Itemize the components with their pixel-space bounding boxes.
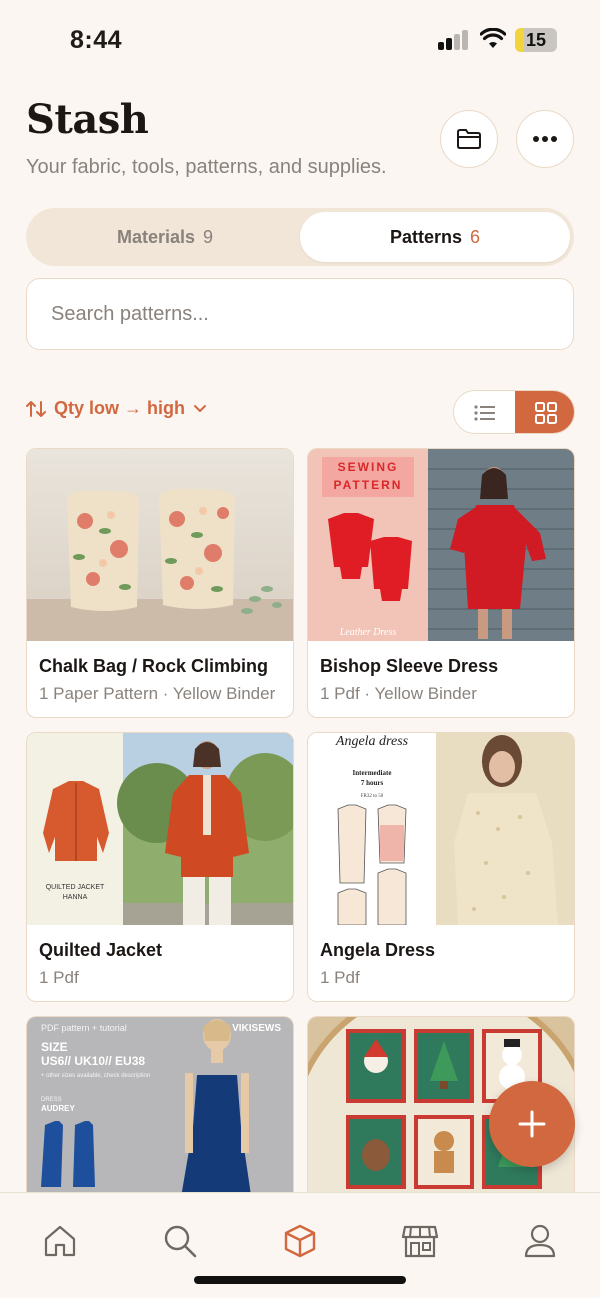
pattern-thumbnail: SEWING PATTERN Leather Dress [308, 449, 574, 641]
thumb-text-sewing: SEWING [338, 460, 399, 474]
pattern-title: Bishop Sleeve Dress [320, 656, 499, 676]
tab-shop[interactable] [400, 1221, 440, 1261]
status-time: 8:44 [70, 26, 123, 54]
search-icon [164, 1225, 197, 1258]
pattern-thumbnail: PDF pattern + tutorial VIKISEWS SIZE US6… [27, 1017, 293, 1209]
pattern-meta: 1 Pdf [39, 968, 79, 987]
status-bar: 8:44 15 [0, 0, 600, 80]
sort-dropdown[interactable]: Qty low → high [26, 398, 207, 419]
pattern-card[interactable]: Chalk Bag / Rock Climbing 1 Paper Patter… [26, 448, 294, 718]
pattern-thumbnail [27, 449, 293, 641]
tab-patterns[interactable]: Patterns 6 [300, 212, 570, 262]
thumb-text-sizes: US6// UK10// EU38 [41, 1054, 145, 1068]
chevron-down-icon [194, 404, 206, 412]
thumb-text-pattern: PATTERN [334, 478, 403, 492]
thumb-text-intermediate: Intermediate [353, 769, 392, 777]
add-pattern-button[interactable] [489, 1081, 575, 1167]
tab-materials-count: 9 [203, 226, 214, 247]
search-input[interactable] [51, 302, 549, 326]
pattern-title: Quilted Jacket [39, 940, 163, 960]
grid-view-icon [534, 402, 557, 424]
view-toggle [453, 390, 575, 434]
tab-patterns-label: Patterns [389, 226, 462, 247]
thumb-text-pdf: PDF pattern + tutorial [41, 1023, 127, 1033]
thumb-text-audrey: AUDREY [41, 1104, 75, 1113]
grid-view-button[interactable] [515, 391, 574, 433]
home-icon [44, 1225, 76, 1257]
tab-profile[interactable] [520, 1221, 560, 1261]
list-view-icon [473, 405, 495, 421]
tab-materials-label: Materials [116, 226, 196, 247]
battery-level: 15 [525, 30, 547, 50]
tab-patterns-count: 6 [470, 226, 481, 247]
more-options-button[interactable] [516, 110, 574, 168]
more-icon [533, 136, 557, 142]
thumb-text-vikisews: VIKISEWS [232, 1023, 281, 1034]
pattern-thumbnail: QUILTED JACKET HANNA [27, 733, 293, 925]
wifi-icon [480, 28, 506, 48]
tab-stash[interactable] [280, 1221, 320, 1261]
home-indicator [194, 1276, 406, 1284]
stash-box-icon [284, 1224, 316, 1258]
thumb-text-angela: Angela dress [335, 734, 409, 749]
thumb-text-hanna: HANNA [63, 894, 88, 901]
battery-icon: 15 [515, 28, 557, 52]
pattern-title: Chalk Bag / Rock Climbing [39, 656, 269, 676]
pattern-card[interactable]: SEWING PATTERN Leather Dress Bishop Slee… [307, 448, 575, 718]
search-bar [26, 278, 574, 350]
stash-segmented-control: Materials 9 Patterns 6 [26, 208, 574, 266]
cellular-signal-icon [438, 30, 470, 50]
sort-label: Qty low → high [54, 398, 185, 418]
thumb-text-size: SIZE [41, 1040, 68, 1054]
thumb-text-dress: DRESS [41, 1097, 62, 1103]
thumb-text-other-sizes: + other sizes available, check descripti… [41, 1073, 150, 1079]
sort-arrows-icon [26, 400, 46, 417]
thumb-text-quilted: QUILTED JACKET [46, 884, 105, 891]
folder-icon [457, 129, 481, 149]
folder-button[interactable] [440, 110, 498, 168]
thumb-text-leather: Leather Dress [339, 627, 397, 638]
page-subtitle: Your fabric, tools, patterns, and suppli… [26, 156, 387, 178]
tab-home[interactable] [40, 1221, 80, 1261]
pattern-meta: 1 Pdf [320, 968, 360, 987]
page-title: Stash [26, 96, 149, 143]
pattern-thumbnail: Angela dress Intermediate 7 hours FR32 t… [308, 733, 574, 925]
tab-search[interactable] [160, 1221, 200, 1261]
pattern-meta: 1 Pdf · Yellow Binder [320, 684, 477, 703]
pattern-card[interactable]: QUILTED JACKET HANNA Quilted Jacket 1 Pd… [26, 732, 294, 1002]
plus-icon [518, 1110, 546, 1138]
thumb-text-sizes: FR32 to 50 [361, 794, 384, 799]
pattern-card[interactable]: Angela dress Intermediate 7 hours FR32 t… [307, 732, 575, 1002]
shop-icon [401, 1225, 439, 1258]
tab-materials[interactable]: Materials 9 [30, 212, 300, 262]
profile-icon [524, 1224, 556, 1258]
pattern-meta: 1 Paper Pattern · Yellow Binder [39, 684, 276, 703]
thumb-text-hours: 7 hours [361, 779, 384, 787]
list-view-button[interactable] [454, 391, 515, 433]
pattern-title: Angela Dress [320, 940, 436, 960]
